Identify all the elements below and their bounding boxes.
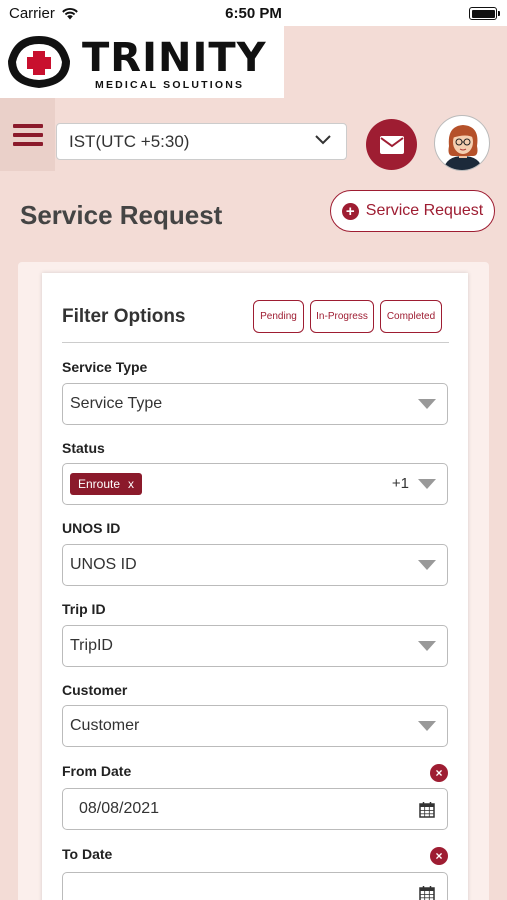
chevron-down-icon xyxy=(315,135,331,145)
divider xyxy=(62,342,449,343)
calendar-icon[interactable] xyxy=(419,801,435,818)
unos-id-select[interactable]: UNOS ID xyxy=(62,544,448,586)
chip-remove-icon[interactable]: x xyxy=(128,477,134,491)
status-select[interactable]: Enroute x +1 xyxy=(62,463,448,505)
brand-name: TRINITY xyxy=(82,35,267,81)
status-chip[interactable]: Enroute x xyxy=(70,473,143,495)
service-type-value: Service Type xyxy=(70,395,163,412)
from-date-value: 08/08/2021 xyxy=(79,800,160,817)
to-date-label: To Date xyxy=(62,846,113,862)
from-date-clear-icon[interactable]: × xyxy=(430,764,448,782)
new-service-request-button[interactable]: + Service Request xyxy=(330,190,495,232)
brand-tagline: MEDICAL SOLUTIONS xyxy=(95,79,245,91)
status-bar: Carrier 6:50 PM xyxy=(0,0,507,26)
service-type-select[interactable]: Service Type xyxy=(62,383,448,425)
to-date-input[interactable] xyxy=(62,872,448,900)
customer-select[interactable]: Customer xyxy=(62,705,448,747)
to-date-clear-icon[interactable]: × xyxy=(430,847,448,865)
dropdown-arrow-icon xyxy=(418,479,436,489)
menu-icon xyxy=(12,123,43,128)
dropdown-arrow-icon xyxy=(418,721,436,731)
avatar[interactable] xyxy=(434,115,490,171)
clock: 6:50 PM xyxy=(225,5,282,22)
mail-icon xyxy=(379,135,404,154)
filter-title: Filter Options xyxy=(62,306,186,327)
logo-cross-icon xyxy=(8,36,70,88)
from-date-label: From Date xyxy=(62,763,132,779)
service-type-label: Service Type xyxy=(62,359,148,375)
menu-icon-bar xyxy=(12,132,43,137)
brand-logo: TRINITY MEDICAL SOLUTIONS xyxy=(0,26,284,98)
timezone-value: IST(UTC +5:30) xyxy=(69,131,190,151)
status-label: Status xyxy=(62,440,105,456)
unos-id-value: UNOS ID xyxy=(70,556,137,573)
menu-icon-bar xyxy=(12,141,43,146)
customer-label: Customer xyxy=(62,682,128,698)
trip-id-label: Trip ID xyxy=(62,601,106,617)
customer-value: Customer xyxy=(70,717,140,734)
messages-button[interactable] xyxy=(366,119,417,170)
battery-icon xyxy=(469,7,500,20)
calendar-icon[interactable] xyxy=(419,885,435,900)
filter-pill-in-progress[interactable]: In-Progress xyxy=(310,300,374,333)
avatar-icon xyxy=(443,125,483,170)
status-more-count: +1 xyxy=(391,475,409,492)
unos-id-label: UNOS ID xyxy=(62,520,121,536)
trip-id-select[interactable]: TripID xyxy=(62,625,448,667)
filter-pill-pending[interactable]: Pending xyxy=(253,300,304,333)
from-date-input[interactable]: 08/08/2021 xyxy=(62,788,448,830)
page-title: Service Request xyxy=(20,200,223,230)
dropdown-arrow-icon xyxy=(418,641,436,651)
menu-button[interactable] xyxy=(0,98,55,171)
dropdown-arrow-icon xyxy=(418,399,436,409)
status-chip-label: Enroute xyxy=(78,477,121,491)
dropdown-arrow-icon xyxy=(418,560,436,570)
filter-pill-completed[interactable]: Completed xyxy=(380,300,442,333)
timezone-select[interactable]: IST(UTC +5:30) xyxy=(56,123,347,160)
plus-circle-icon: + xyxy=(341,202,359,220)
new-service-request-label: Service Request xyxy=(365,202,484,219)
trip-id-value: TripID xyxy=(70,637,113,654)
